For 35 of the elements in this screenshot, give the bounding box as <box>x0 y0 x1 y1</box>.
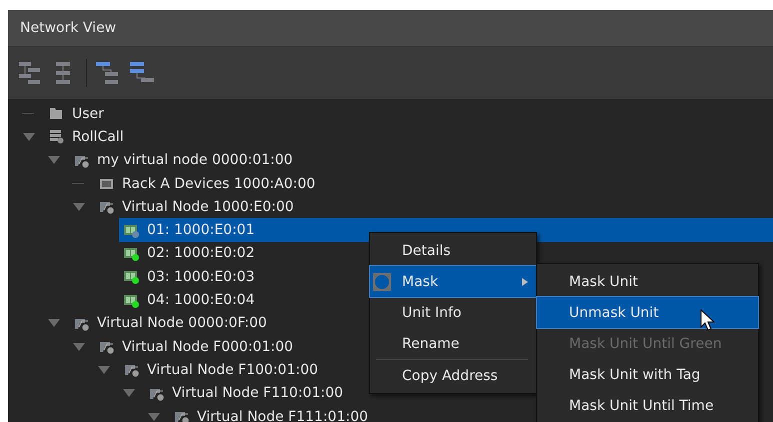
mouse-cursor-icon <box>700 309 716 331</box>
menu-item[interactable]: Rename <box>370 328 536 359</box>
server-icon <box>48 128 65 146</box>
menu-item[interactable]: Mask Unit <box>537 266 758 297</box>
expand-arrow-icon[interactable] <box>22 132 36 142</box>
menu-item[interactable]: Mask Unit Until Time <box>537 390 758 421</box>
expand-arrow-icon[interactable] <box>72 342 86 352</box>
menu-item[interactable]: Unmask Unit <box>537 297 758 328</box>
tree-item[interactable]: User <box>72 104 108 124</box>
tree-item[interactable]: 04: 1000:E0:04 <box>147 290 259 310</box>
expand-arrow-icon[interactable] <box>97 364 111 375</box>
expand-arrow-icon[interactable] <box>72 202 86 212</box>
menu-item[interactable]: Mask <box>370 266 536 297</box>
tree-item[interactable]: Virtual Node 1000:E0:00 <box>122 196 298 217</box>
expand-arrow-icon[interactable] <box>147 412 161 422</box>
expand-arrow-icon[interactable] <box>47 155 61 166</box>
tree-item[interactable]: 03: 1000:E0:03 <box>147 266 259 287</box>
tree-item[interactable]: Virtual Node 0000:0F:00 <box>97 313 271 334</box>
window-title: Network View <box>20 20 116 36</box>
menu-item[interactable]: Unit Info <box>370 297 536 328</box>
menu-item[interactable]: Copy Address <box>370 360 536 391</box>
menu-item[interactable]: Details <box>370 235 536 266</box>
tree-item[interactable]: Virtual Node F000:01:00 <box>122 336 298 357</box>
expand-arrow-icon[interactable] <box>122 388 136 398</box>
tree-item[interactable]: Virtual Node F100:01:00 <box>147 360 322 380</box>
tree-item[interactable]: 02: 1000:E0:02 <box>147 243 259 264</box>
tree-item[interactable]: my virtual node 0000:01:00 <box>97 150 297 170</box>
tree-item[interactable]: Virtual Node F111:01:00 <box>197 406 372 422</box>
menu-item[interactable]: Mask Unit with Tag <box>537 359 758 390</box>
tree-item[interactable]: Rack A Devices 1000:A0:00 <box>122 174 320 194</box>
tree-item[interactable]: 01: 1000:E0:01 <box>147 220 259 240</box>
tree-item[interactable]: Virtual Node F110:01:00 <box>172 383 348 404</box>
expand-arrow-icon[interactable] <box>47 318 61 328</box>
mask-icon <box>372 272 392 292</box>
tree-item[interactable]: RollCall <box>72 126 128 147</box>
